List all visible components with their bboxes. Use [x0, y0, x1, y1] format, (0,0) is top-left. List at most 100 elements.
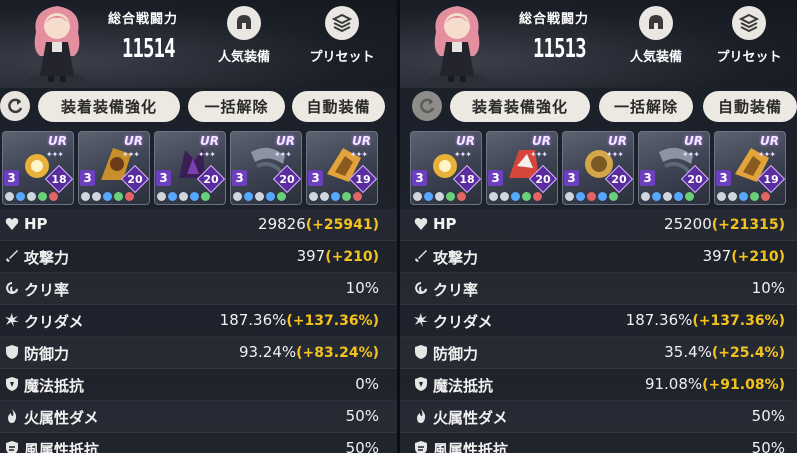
enhance-value: 19 [763, 172, 779, 186]
shield-icon [415, 345, 427, 359]
character-portrait[interactable] [22, 0, 92, 86]
stats-list: HP 29826(+25941) 攻撃力 397(+210) クリ率 10% ク… [0, 209, 397, 453]
unequip-all-button[interactable]: 一括解除 [188, 91, 285, 122]
refresh-button[interactable] [412, 91, 442, 121]
enhance-badge: 19 [756, 164, 785, 194]
stat-value: 397 [296, 247, 326, 265]
item-level: 3 [80, 170, 95, 186]
stat-value-group: 93.24%(+83.24%) [239, 343, 379, 361]
stat-row-attack: 攻撃力 397(+210) [0, 241, 397, 273]
equipment-slot-1[interactable]: UR ✦✦✦ 3 18 [2, 131, 74, 205]
rarity-badge: UR [352, 134, 371, 148]
stat-row-hp: HP 25200(+21315) [400, 209, 797, 241]
stat-value: 25200 [664, 215, 712, 233]
item-level: 3 [232, 170, 247, 186]
stat-value: 10% [345, 279, 379, 297]
popular-equipment-label: 人気装備 [217, 50, 270, 65]
stat-name: 魔法抵抗 [24, 377, 85, 395]
stat-value-group: 50% [752, 407, 785, 425]
stars-icon: ✦✦✦ [529, 150, 548, 159]
stat-row-defense: 防御力 93.24%(+83.24%) [0, 337, 397, 369]
stat-bonus: (+91.08%) [702, 377, 785, 393]
stat-bonus: (+137.36%) [692, 313, 785, 329]
enhance-equipped-button[interactable]: 装着装備強化 [38, 91, 180, 122]
burst-icon [414, 313, 428, 327]
stat-value: 50% [751, 439, 785, 453]
enhance-value: 20 [127, 172, 143, 186]
status-icons [309, 192, 375, 202]
item-level: 3 [308, 170, 323, 186]
equipment-slot-5[interactable]: UR ✦✦✦ 3 19 [714, 131, 786, 205]
popular-equipment-button[interactable]: 人気装備 [610, 6, 702, 65]
status-icons [233, 192, 299, 202]
magic-shield-icon [6, 377, 18, 391]
preset-label: プリセット [716, 50, 782, 65]
equipment-slot-1[interactable]: UR ✦✦✦ 3 18 [410, 131, 482, 205]
stat-row-crit-rate: クリ率 10% [0, 273, 397, 305]
enhance-value: 20 [203, 172, 219, 186]
stars-icon: ✦✦✦ [453, 150, 472, 159]
stat-value-group: 0% [355, 375, 379, 393]
enhance-badge: 20 [528, 164, 557, 194]
action-row: 装着装備強化 一括解除 自動装備 [0, 90, 397, 124]
stat-value: 50% [345, 439, 379, 453]
enhance-badge: 20 [196, 164, 225, 194]
stat-name: 魔法抵抗 [433, 377, 494, 395]
equipment-slots: UR ✦✦✦ 3 18 UR ✦✦✦ 3 20 UR ✦✦✦ 3 20 UR ✦… [400, 131, 797, 205]
auto-equip-button[interactable]: 自動装備 [292, 91, 385, 122]
stat-value: 187.36% [625, 311, 693, 329]
stat-row-attack: 攻撃力 397(+210) [400, 241, 797, 273]
stat-name: クリダメ [24, 313, 84, 331]
status-icons [5, 192, 71, 202]
equipment-slot-2[interactable]: UR ✦✦✦ 3 20 [78, 131, 150, 205]
equipment-slot-2[interactable]: UR ✦✦✦ 3 20 [486, 131, 558, 205]
preset-button[interactable]: プリセット [703, 6, 795, 65]
equipment-slot-3[interactable]: UR ✦✦✦ 3 20 [562, 131, 634, 205]
auto-equip-button[interactable]: 自動装備 [703, 91, 797, 122]
enhance-badge: 20 [680, 164, 709, 194]
rarity-badge: UR [48, 134, 67, 148]
stat-name: 防御力 [433, 345, 479, 363]
item-level: 3 [4, 170, 19, 186]
unequip-all-button[interactable]: 一括解除 [599, 91, 693, 122]
enhance-equipped-button[interactable]: 装着装備強化 [450, 91, 590, 122]
item-level: 3 [156, 170, 171, 186]
stat-value-group: 10% [752, 279, 785, 297]
rarity-badge: UR [532, 134, 551, 148]
rarity-badge: UR [276, 134, 295, 148]
status-icons [489, 192, 555, 202]
equipment-slot-3[interactable]: UR ✦✦✦ 3 20 [154, 131, 226, 205]
stars-icon: ✦✦✦ [121, 150, 140, 159]
item-level: 3 [640, 170, 655, 186]
enhance-badge: 18 [452, 164, 481, 194]
stat-row-fire-damage: 火属性ダメ 50% [400, 401, 797, 433]
action-row: 装着装備強化 一括解除 自動装備 [400, 90, 797, 124]
stat-value: 35.4% [664, 343, 712, 361]
stat-value: 50% [345, 407, 379, 425]
enhance-value: 20 [279, 172, 295, 186]
magic-shield-icon [415, 377, 427, 391]
character-portrait[interactable] [422, 0, 492, 86]
stat-row-hp: HP 29826(+25941) [0, 209, 397, 241]
swirl-icon [415, 282, 427, 294]
total-power-label: 総合戦闘力 [519, 12, 590, 27]
equipment-slot-5[interactable]: UR ✦✦✦ 3 19 [306, 131, 378, 205]
refresh-button[interactable] [0, 91, 30, 121]
total-power-value: 11513 [533, 34, 586, 64]
stats-list: HP 25200(+21315) 攻撃力 397(+210) クリ率 10% ク… [400, 209, 797, 453]
item-level: 3 [564, 170, 579, 186]
stat-value: 50% [751, 407, 785, 425]
equipment-slots: UR ✦✦✦ 3 18 UR ✦✦✦ 3 20 UR ✦✦✦ 3 20 UR ✦… [0, 131, 397, 205]
stars-icon: ✦✦✦ [45, 150, 64, 159]
rarity-badge: UR [684, 134, 703, 148]
popular-equipment-button[interactable]: 人気装備 [198, 6, 290, 65]
preset-button[interactable]: プリセット [296, 6, 388, 65]
stat-bonus: (+25941) [305, 217, 379, 233]
stat-value-group: 397(+210) [703, 247, 785, 265]
stars-icon: ✦✦✦ [349, 150, 368, 159]
equipment-slot-4[interactable]: UR ✦✦✦ 3 20 [638, 131, 710, 205]
heart-icon [5, 218, 19, 230]
stat-value-group: 187.36%(+137.36%) [220, 311, 379, 329]
rarity-badge: UR [200, 134, 219, 148]
equipment-slot-4[interactable]: UR ✦✦✦ 3 20 [230, 131, 302, 205]
